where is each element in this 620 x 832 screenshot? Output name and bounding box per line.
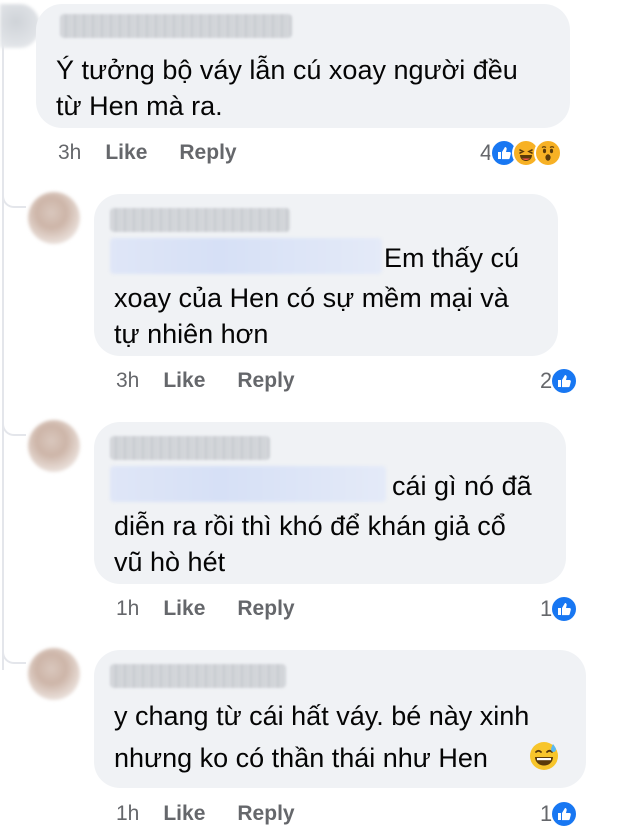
like-button[interactable]: Like [163, 597, 205, 621]
timestamp[interactable]: 3h [116, 369, 139, 393]
blurred-author-name[interactable] [110, 208, 290, 232]
sweat-smile-emoji [528, 740, 560, 772]
like-icon [550, 800, 579, 828]
reaction-summary[interactable]: 2 [540, 366, 579, 396]
reply-button[interactable]: Reply [237, 802, 294, 826]
reply-connector [2, 192, 26, 208]
blurred-author-name[interactable] [110, 664, 286, 688]
thread-line [2, 30, 4, 670]
avatar[interactable] [28, 420, 80, 472]
reply-button[interactable]: Reply [179, 141, 236, 165]
reaction-summary[interactable]: 1 [540, 799, 579, 829]
comment-actions: 1h Like Reply [116, 802, 327, 826]
comment-text: Em thấy cú [384, 243, 520, 273]
timestamp[interactable]: 1h [116, 802, 139, 826]
comment-actions: 3h Like Reply [58, 141, 269, 165]
reply-button[interactable]: Reply [237, 597, 294, 621]
comment-actions: 3h Like Reply [116, 369, 327, 393]
comment-bubble: Ý tưởng bộ váy lẫn cú xoay người đều từ … [36, 4, 570, 128]
avatar[interactable] [0, 4, 40, 48]
comment-bubble: cái gì nó đã diễn ra rồi thì khó để khán… [94, 422, 566, 584]
timestamp[interactable]: 3h [58, 141, 81, 165]
blurred-author-name[interactable] [110, 436, 270, 460]
reaction-summary[interactable]: 1 [540, 594, 579, 624]
reply-connector [2, 420, 26, 436]
comment-bubble: y chang từ cái hất váy. bé này xinh nhưn… [94, 650, 586, 788]
wow-icon [534, 139, 563, 167]
comment-text: vũ hò hét [114, 547, 226, 577]
like-button[interactable]: Like [163, 802, 205, 826]
comment-text: y chang từ cái hất váy. bé này xinh [114, 701, 530, 731]
comment-text: nhưng ko có thần thái như Hen [114, 743, 488, 773]
reaction-summary[interactable]: 4 [480, 138, 563, 168]
blurred-author-name[interactable] [60, 14, 292, 38]
comment-text: xoay của Hen có sự mềm mại và [114, 283, 509, 313]
reply-connector [2, 648, 26, 664]
comment-bubble: Em thấy cú xoay của Hen có sự mềm mại và… [94, 194, 558, 356]
blurred-tag[interactable] [110, 466, 386, 502]
like-icon [550, 367, 579, 395]
comment-text: Ý tưởng bộ váy lẫn cú xoay người đều [56, 55, 518, 85]
timestamp[interactable]: 1h [116, 597, 139, 621]
comment-text: từ Hen mà ra. [56, 91, 223, 121]
comment-text: tự nhiên hơn [114, 319, 269, 349]
like-icon [550, 595, 579, 623]
avatar[interactable] [28, 648, 80, 700]
comment-text: cái gì nó đã [392, 471, 532, 501]
blurred-tag[interactable] [110, 238, 382, 274]
like-button[interactable]: Like [163, 369, 205, 393]
like-button[interactable]: Like [105, 141, 147, 165]
reply-button[interactable]: Reply [237, 369, 294, 393]
avatar[interactable] [28, 192, 80, 244]
comment-actions: 1h Like Reply [116, 597, 327, 621]
comment-text: diễn ra rồi thì khó để khán giả cổ [114, 511, 506, 541]
